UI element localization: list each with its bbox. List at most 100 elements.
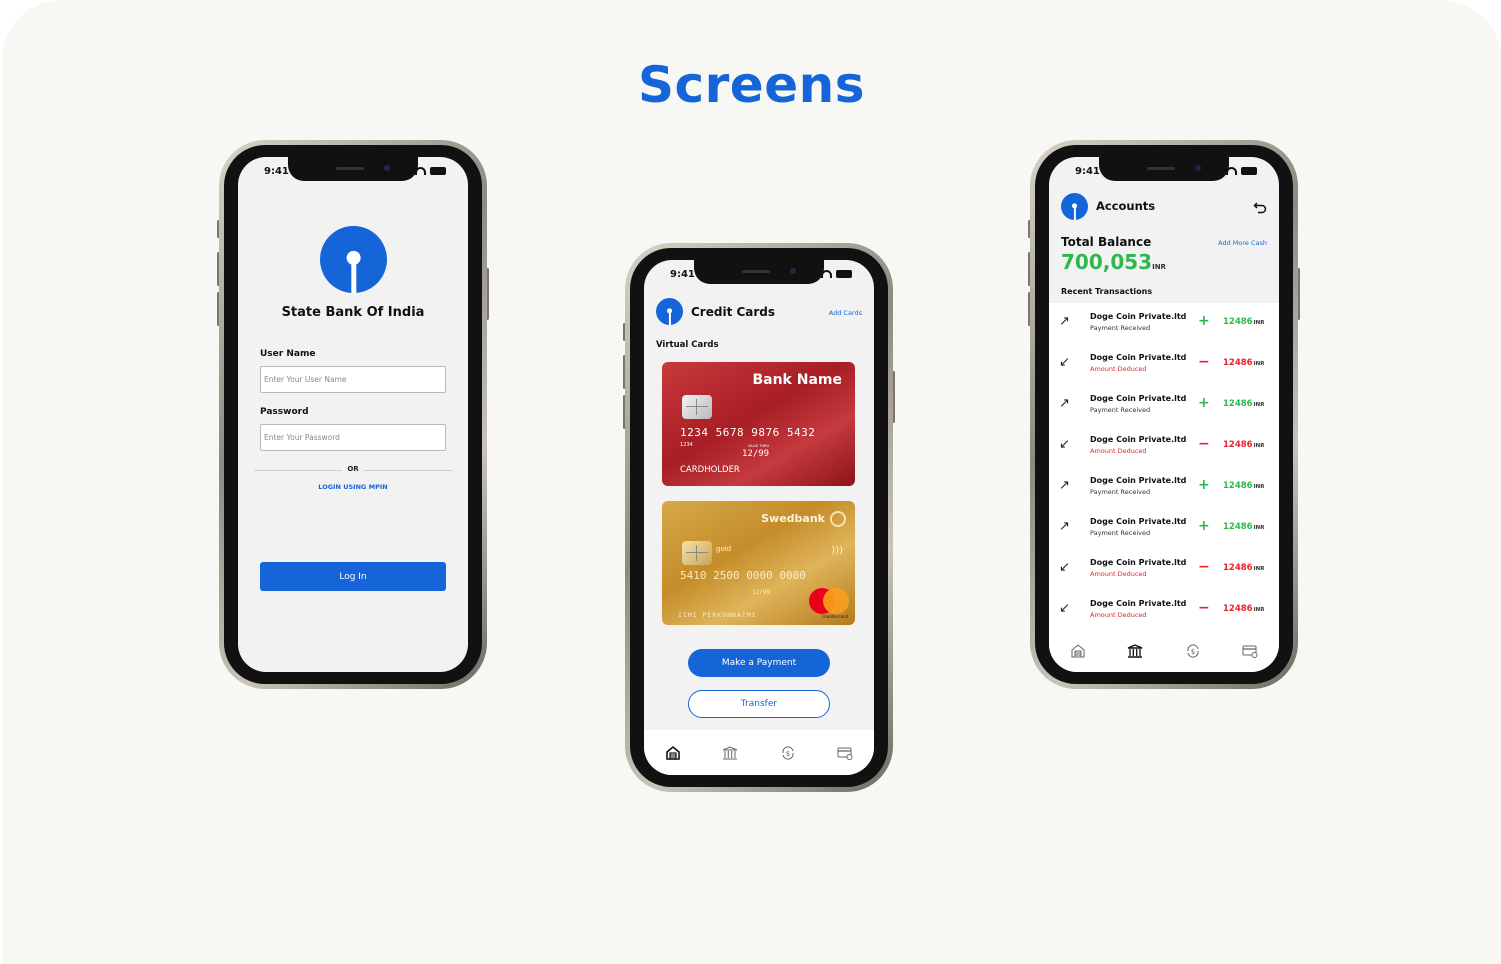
recent-transactions-label: Recent Transactions: [1061, 287, 1153, 296]
bank-icon[interactable]: [722, 745, 738, 761]
status-time: 9:41: [670, 269, 695, 280]
section-label: Virtual Cards: [656, 340, 719, 350]
make-payment-button[interactable]: Make a Payment: [688, 649, 830, 677]
transaction-sign: −: [1198, 436, 1210, 452]
transaction-sign: +: [1198, 313, 1210, 329]
transaction-currency: INR: [1253, 607, 1265, 613]
battery-icon: [836, 270, 852, 278]
transaction-sign: +: [1198, 395, 1210, 411]
wifi-icon: [1226, 167, 1237, 175]
password-label: Password: [260, 407, 309, 417]
virtual-card-2[interactable]: Swedbank gold ))) 5410 2500 0000 0000 12…: [662, 501, 855, 625]
arrow-down-left-icon: ↙: [1059, 601, 1070, 616]
card-icon[interactable]: [837, 745, 853, 761]
transaction-currency: INR: [1253, 320, 1265, 326]
signal-icon: [805, 270, 817, 278]
swedbank-logo-icon: [830, 511, 846, 527]
transaction-note: Payment Received: [1090, 406, 1151, 414]
exchange-icon[interactable]: $: [1185, 643, 1201, 659]
bank-logo: [1061, 193, 1088, 220]
transaction-row[interactable]: ↙ Doge Coin Private.ltd Amount Deduced − 124…: [1049, 426, 1279, 467]
card-network: mastercard: [822, 615, 848, 620]
transaction-row[interactable]: ↙ Doge Coin Private.ltd Amount Deduced − 124…: [1049, 549, 1279, 590]
transaction-row[interactable]: ↙ Doge Coin Private.ltd Amount Deduced − 124…: [1049, 590, 1279, 631]
transaction-amount: 12486: [1223, 440, 1253, 450]
contactless-icon: ))): [831, 545, 843, 556]
transaction-sign: −: [1198, 354, 1210, 370]
mpin-login-link[interactable]: LOGIN USING MPIN: [238, 483, 468, 491]
wifi-icon: [415, 167, 426, 175]
transaction-amount: 12486: [1223, 358, 1253, 368]
home-icon[interactable]: [665, 745, 681, 761]
status-time: 9:41: [1075, 166, 1100, 177]
transaction-currency: INR: [1253, 402, 1265, 408]
card-bank-name: Bank Name: [752, 372, 842, 388]
transaction-note: Amount Deduced: [1090, 365, 1147, 373]
transaction-name: Doge Coin Private.ltd: [1090, 476, 1187, 485]
balance-amount: 700,053: [1061, 250, 1153, 274]
card-number: 1234 5678 9876 5432: [680, 426, 816, 439]
exchange-icon[interactable]: $: [780, 745, 796, 761]
page-title: Screens: [638, 56, 865, 114]
transaction-row[interactable]: ↗ Doge Coin Private.ltd Payment Received +1…: [1049, 385, 1279, 426]
transaction-sign: +: [1198, 518, 1210, 534]
transaction-note: Amount Deduced: [1090, 611, 1147, 619]
login-button[interactable]: Log In: [260, 562, 446, 591]
transaction-row[interactable]: ↗ Doge Coin Private.ltd Payment Received +1…: [1049, 467, 1279, 508]
chip-icon: [682, 541, 712, 565]
arrow-up-right-icon: ↗: [1059, 396, 1070, 411]
virtual-card-1[interactable]: Bank Name 1234 5678 9876 5432 1234 VALID…: [662, 362, 855, 486]
transaction-amount: 12486: [1223, 563, 1253, 573]
transaction-name: Doge Coin Private.ltd: [1090, 312, 1187, 321]
wifi-icon: [821, 270, 832, 278]
bottom-nav: $: [1049, 630, 1279, 672]
arrow-down-left-icon: ↙: [1059, 437, 1070, 452]
transaction-sign: −: [1198, 600, 1210, 616]
bottom-nav: $: [644, 730, 874, 775]
add-cards-link[interactable]: Add Cards: [829, 309, 862, 317]
card-icon[interactable]: [1242, 643, 1258, 659]
arrow-down-left-icon: ↙: [1059, 355, 1070, 370]
canvas: Screens 9:41 State Bank Of India User Na…: [2, 0, 1501, 964]
transaction-note: Amount Deduced: [1090, 570, 1147, 578]
svg-text:$: $: [1191, 648, 1195, 656]
transaction-name: Doge Coin Private.ltd: [1090, 517, 1187, 526]
card-expiry: 12/99: [742, 449, 770, 459]
transaction-row[interactable]: ↗ Doge Coin Private.ltd Payment Received +1…: [1049, 303, 1279, 344]
card-expiry: 12/99: [752, 589, 771, 596]
transfer-button[interactable]: Transfer: [688, 690, 830, 718]
screen-title: Credit Cards: [691, 305, 776, 319]
status-bar: 9:41: [644, 269, 874, 283]
or-label: OR: [347, 465, 359, 473]
arrow-down-left-icon: ↙: [1059, 560, 1070, 575]
transaction-currency: INR: [1253, 525, 1265, 531]
transaction-note: Payment Received: [1090, 488, 1151, 496]
arrow-up-right-icon: ↗: [1059, 314, 1070, 329]
transaction-row[interactable]: ↗ Doge Coin Private.ltd Payment Received +1…: [1049, 508, 1279, 549]
signal-icon: [399, 167, 411, 175]
back-icon[interactable]: [1253, 200, 1267, 214]
bank-logo: [320, 226, 387, 293]
card-number: 5410 2500 0000 0000: [680, 569, 806, 582]
transaction-name: Doge Coin Private.ltd: [1090, 435, 1187, 444]
svg-text:$: $: [786, 750, 790, 758]
status-bar: 9:41: [1049, 166, 1279, 180]
card-tier: gold: [716, 545, 732, 553]
phone-login: 9:41 State Bank Of India User Name Enter…: [217, 140, 489, 689]
transaction-currency: INR: [1253, 361, 1265, 367]
battery-icon: [1241, 167, 1257, 175]
arrow-up-right-icon: ↗: [1059, 478, 1070, 493]
transaction-amount: 12486: [1223, 399, 1253, 409]
username-input[interactable]: Enter Your User Name: [260, 366, 446, 393]
transaction-row[interactable]: ↙ Doge Coin Private.ltd Amount Deduced − 124…: [1049, 344, 1279, 385]
transaction-amount: 12486: [1223, 604, 1253, 614]
bank-icon[interactable]: [1127, 643, 1143, 659]
signal-icon: [1210, 167, 1222, 175]
status-time: 9:41: [264, 166, 289, 177]
transaction-sign: +: [1198, 477, 1210, 493]
add-more-cash-link[interactable]: Add More Cash: [1218, 239, 1267, 247]
card-holder: CARDHOLDER: [680, 465, 740, 475]
password-input[interactable]: Enter Your Password: [260, 424, 446, 451]
home-icon[interactable]: [1070, 643, 1086, 659]
card-holder: IIMI PERKONNAIMI: [678, 611, 757, 619]
